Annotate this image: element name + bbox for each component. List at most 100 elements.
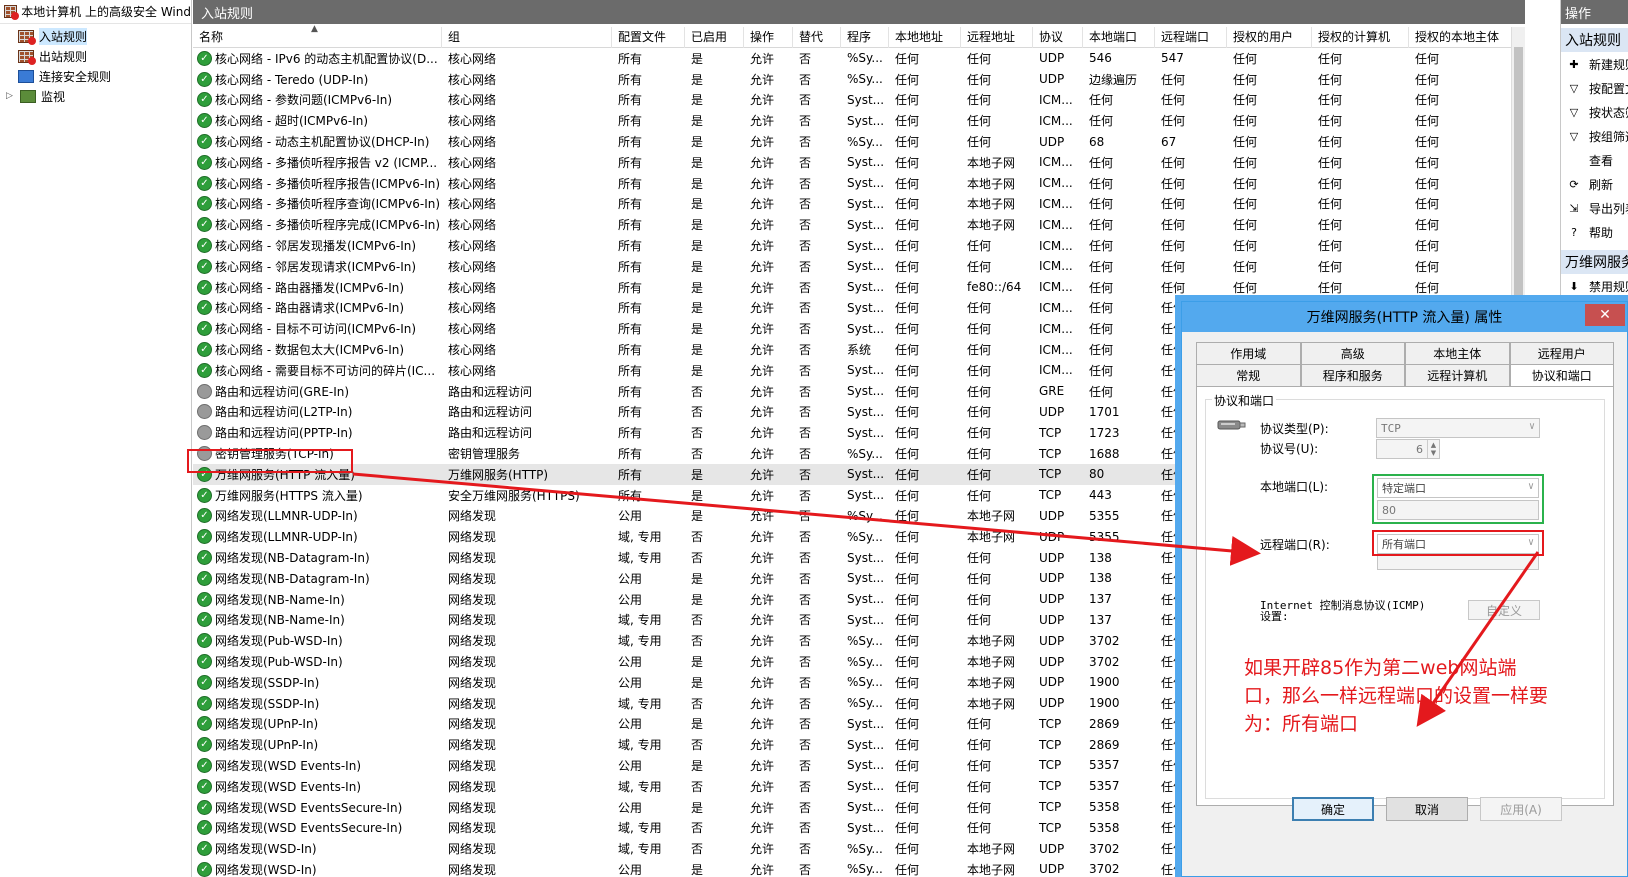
remote-port-number-field[interactable] [1377,554,1539,570]
disable-icon: ⬇ [1569,279,1579,293]
tab[interactable]: 远程计算机 [1405,364,1510,386]
override-cell: 否 [799,426,812,441]
program-cell: Syst... [847,300,885,315]
action-item[interactable]: ▽ 按组筛选 [1561,124,1628,148]
customize-button[interactable]: 自定义 [1468,600,1540,620]
profile-cell: 公用 [618,592,643,607]
program-cell: Syst... [847,363,885,378]
action-item[interactable]: ⟳ 刷新 [1561,172,1628,196]
rule-row[interactable]: ✓ 核心网络 - Teredo (UDP-In) 核心网络 所有 是 允许 否 %Sy... 任… [193,69,1525,90]
rule-row[interactable]: ✓ 核心网络 - 多播侦听程序报告(ICMPv6-In) 核心网络 所有 是 允许 否 Sys… [193,173,1525,194]
apply-button[interactable]: 应用(A) [1480,797,1562,821]
rule-row[interactable]: ✓ 核心网络 - 参数问题(ICMPv6-In) 核心网络 所有 是 允许 否 Syst...… [193,90,1525,111]
action-item[interactable]: 查看 [1561,148,1628,172]
group-cell: 路由和远程访问 [448,426,533,441]
protocol-number-stepper[interactable]: 6 ▲ ▼ [1376,439,1440,459]
tab[interactable]: 作用域 [1196,342,1301,364]
column-header-override[interactable]: 替代 [793,27,841,48]
action-item[interactable]: ▽ 按状态筛选 [1561,100,1628,124]
remote-address-cell: fe80::/64 [967,280,1022,295]
rule-name: 核心网络 - 动态主机配置协议(DHCP-In) [215,135,430,150]
enabled-cell: 是 [691,259,704,274]
close-icon[interactable]: ✕ [1585,304,1625,326]
column-header-local-port[interactable]: 本地端口 [1083,27,1155,48]
column-header-authorized-users[interactable]: 授权的用户 [1227,27,1312,48]
column-header-authorized-computers[interactable]: 授权的计算机 [1312,27,1409,48]
action-item[interactable]: ⇲ 导出列表... [1561,196,1628,220]
column-header-action[interactable]: 操作 [744,27,793,48]
rule-name-cell: ✓ 核心网络 - 路由器请求(ICMPv6-In) [193,299,442,316]
column-header-enabled[interactable]: 已启用 [685,27,744,48]
tree-root[interactable]: 本地计算机 上的高级安全 Wind [0,0,191,24]
rule-row[interactable]: ✓ 核心网络 - 路由器播发(ICMPv6-In) 核心网络 所有 是 允许 否 Syst..… [193,277,1525,298]
column-header-protocol[interactable]: 协议 [1033,27,1083,48]
rule-row[interactable]: ✓ 核心网络 - 多播侦听程序完成(ICMPv6-In) 核心网络 所有 是 允许 否 Sys… [193,214,1525,235]
enabled-check-icon: ✓ [197,258,212,274]
remote-address-cell: 任何 [967,821,992,836]
enabled-cell: 否 [691,447,704,462]
action-item[interactable]: ▽ 按配置文件筛选 [1561,76,1628,100]
program-cell: %Sy... [847,72,883,87]
tab[interactable]: 程序和服务 [1300,364,1405,386]
profile-cell: 域, 专用 [618,779,662,794]
local-port-cell: 68 [1089,134,1105,149]
program-cell: Syst... [847,571,885,586]
local-port-cell: 3702 [1089,841,1120,856]
protocol-cell: GRE [1039,384,1065,399]
ok-button[interactable]: 确定 [1292,797,1374,821]
protocol-cell: UDP [1039,841,1065,856]
authorized-computers-cell: 任何 [1318,155,1343,170]
rule-row[interactable]: ✓ 核心网络 - IPv6 的动态主机配置协议(D... 核心网络 所有 是 允许 否 %Sy… [193,48,1525,69]
remote-address-cell: 任何 [967,551,992,566]
enabled-check-icon: ✓ [197,92,212,108]
enabled-check-icon: ✓ [197,633,212,649]
profile-cell: 公用 [618,758,643,773]
protocol-type-select[interactable]: TCP ∨ [1376,418,1540,438]
override-cell: 否 [799,779,812,794]
column-header-local-address[interactable]: 本地地址 [889,27,961,48]
tab[interactable]: 本地主体 [1405,342,1510,364]
actions-section-rule: 万维网服务(HTTP 流入量) [1561,250,1628,274]
column-header-remote-address[interactable]: 远程地址 [961,27,1033,48]
rule-row[interactable]: ✓ 核心网络 - 动态主机配置协议(DHCP-In) 核心网络 所有 是 允许 否 %Sy..… [193,131,1525,152]
rule-row[interactable]: ✓ 核心网络 - 邻居发现请求(ICMPv6-In) 核心网络 所有 是 允许 否 Syst.… [193,256,1525,277]
tab[interactable]: 远程用户 [1509,342,1614,364]
enabled-cell: 是 [691,800,704,815]
tab[interactable]: 高级 [1300,342,1405,364]
local-port-highlight-box [1372,474,1544,524]
inbound-rules-icon [18,29,36,45]
group-cell: 网络发现 [448,779,497,794]
remote-address-cell: 任何 [967,758,992,773]
rule-row[interactable]: ✓ 核心网络 - 多播侦听程序报告 v2 (ICMP... 核心网络 所有 是 允许 否 Sy… [193,152,1525,173]
rule-row[interactable]: ✓ 核心网络 - 超时(ICMPv6-In) 核心网络 所有 是 允许 否 Syst... 任何… [193,110,1525,131]
group-cell: 网络发现 [448,551,497,566]
profile-cell: 公用 [618,675,643,690]
cancel-button[interactable]: 取消 [1386,797,1468,821]
column-header-group[interactable]: 组 [442,27,612,48]
column-header-program[interactable]: 程序 [841,27,889,48]
disabled-rule-icon [197,383,212,399]
action-label: 新建规则... [1589,57,1628,72]
column-header-remote-port[interactable]: 远程端口 [1155,27,1227,48]
column-header-profile[interactable]: 配置文件 [612,27,685,48]
tree-item-connection-security-rules[interactable]: 连接安全规则 [18,66,191,86]
action-item[interactable]: ✚ 新建规则... [1561,52,1628,76]
enabled-cell: 否 [691,384,704,399]
rule-name-cell: ✓ 核心网络 - 邻居发现播发(ICMPv6-In) [193,237,442,254]
tree-item-outbound-rules[interactable]: 出站规则 [18,46,191,66]
profile-cell: 所有 [618,155,643,170]
program-cell: %Sy... [847,446,883,461]
column-header-authorized-local-principals[interactable]: 授权的本地主体 [1409,27,1519,48]
spin-arrows-icon[interactable]: ▲ ▼ [1427,440,1439,458]
action-item[interactable]: ? 帮助 [1561,220,1628,244]
tab[interactable]: 常规 [1196,364,1301,386]
rule-row[interactable]: ✓ 核心网络 - 多播侦听程序查询(ICMPv6-In) 核心网络 所有 是 允许 否 Sys… [193,194,1525,215]
tree-item-inbound-rules[interactable]: 入站规则 [18,26,191,46]
scrollbar-thumb[interactable] [1514,47,1523,327]
action-item[interactable]: ⬇ 禁用规则 [1561,274,1628,298]
expand-arrow-icon[interactable]: ▷ [6,91,16,101]
tab[interactable]: 协议和端口 [1509,364,1614,386]
rule-row[interactable]: ✓ 核心网络 - 邻居发现播发(ICMPv6-In) 核心网络 所有 是 允许 否 Syst.… [193,235,1525,256]
tree-item-monitor[interactable]: ▷ 监视 [6,86,191,106]
enabled-cell: 否 [691,405,704,420]
